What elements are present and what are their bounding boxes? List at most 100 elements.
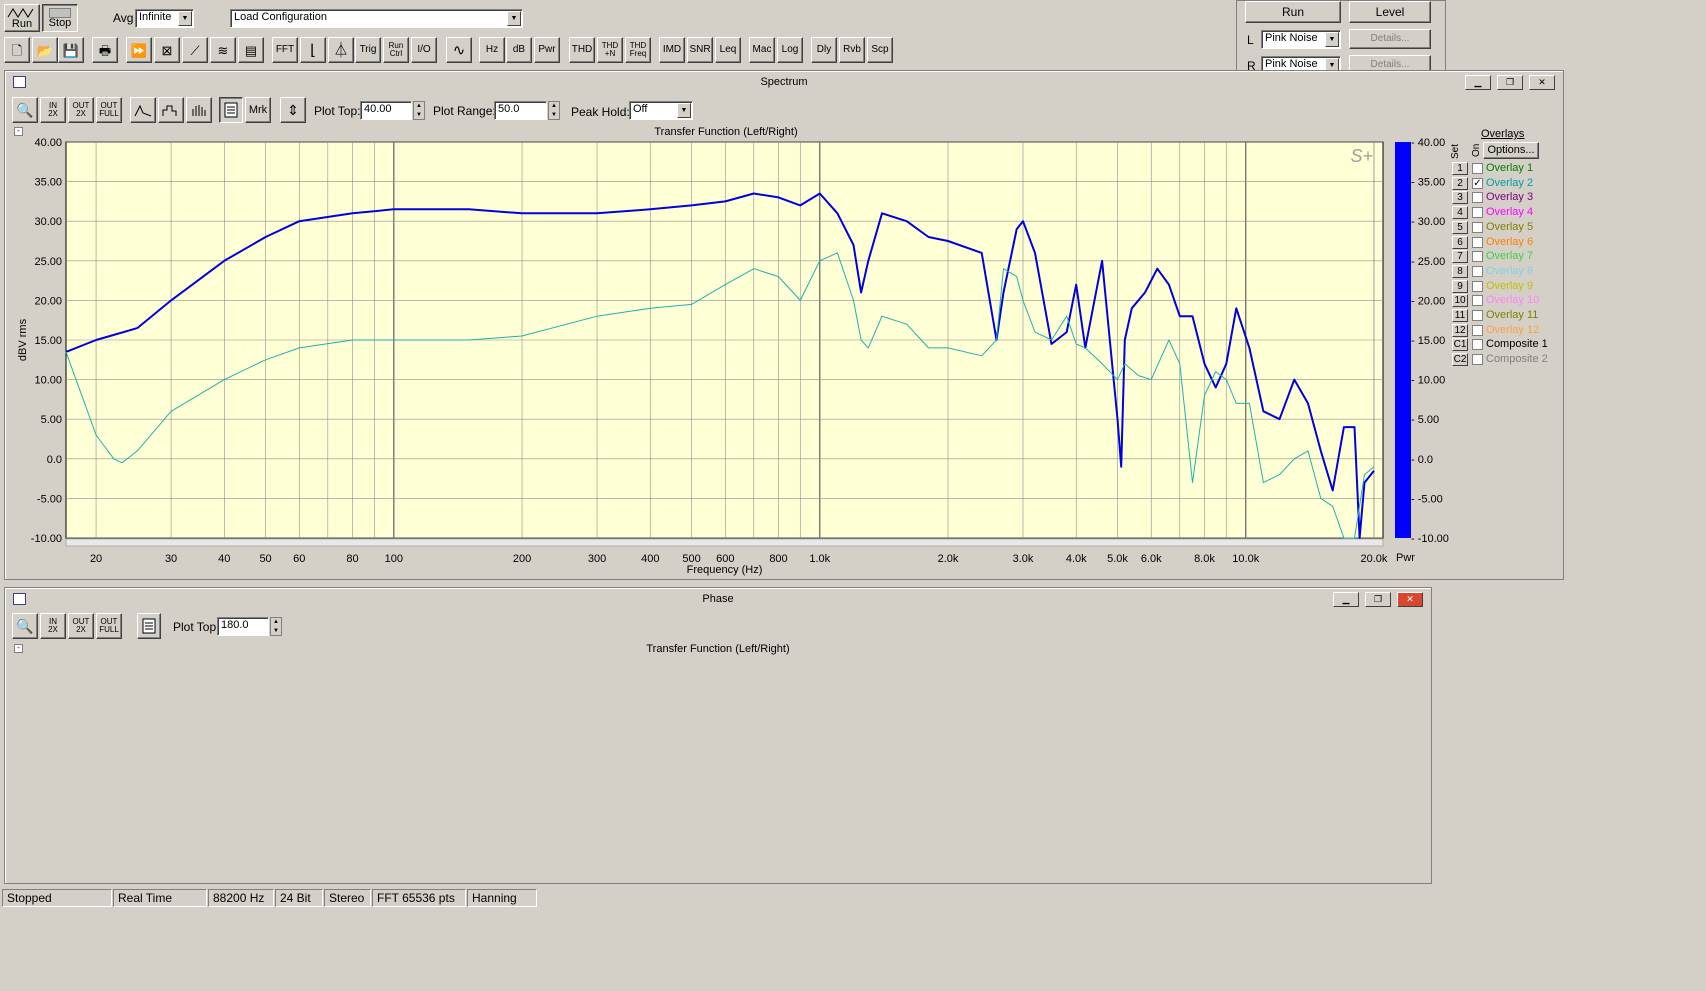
restore-button[interactable]: ❐ <box>1365 592 1391 607</box>
run-button[interactable]: Run <box>4 4 40 32</box>
overlay-checkbox[interactable] <box>1472 280 1483 292</box>
toolbar-hz-button[interactable]: Hz <box>479 37 505 63</box>
phase-plot-top-input[interactable]: 180.0 <box>217 617 269 636</box>
generator-run-button[interactable]: Run <box>1245 1 1341 23</box>
overlay-checkbox[interactable] <box>1472 354 1483 366</box>
avg-value: Infinite <box>139 11 172 23</box>
generator-level-button[interactable]: Level <box>1349 1 1431 23</box>
overlay-checkbox[interactable] <box>1472 295 1483 307</box>
waterfall-button[interactable]: ▤ <box>238 37 264 63</box>
octave-view-button[interactable] <box>186 97 212 123</box>
plot-top-spinner[interactable]: ▲ ▼ <box>413 101 425 120</box>
peak-hold-select[interactable]: Off ▼ <box>629 101 693 120</box>
new-file-button[interactable]: 🗋 <box>4 37 30 63</box>
toolbar-thd-n-button[interactable]: THD +N <box>597 37 623 63</box>
phase-panel-button[interactable] <box>137 613 161 639</box>
toolbar-scp-button[interactable]: Scp <box>867 37 893 63</box>
pwr-axis-label: Pwr <box>1396 552 1415 564</box>
avg-select[interactable]: Infinite ▼ <box>135 9 194 28</box>
ramp-icon: ⟋ <box>190 42 200 58</box>
zoom-out-2x-button[interactable]: OUT 2X <box>68 613 94 639</box>
overlay-checkbox[interactable] <box>1472 192 1483 204</box>
bar-view-button[interactable] <box>158 97 184 123</box>
plot-top-input[interactable]: 40.00 <box>360 101 412 120</box>
spectrum-window: Spectrum ▁ ❐ ✕ <box>4 70 1564 580</box>
zoom-out-2x-button[interactable]: OUT 2X <box>68 97 94 123</box>
overlay-checkbox[interactable] <box>1472 339 1483 351</box>
toolbar-trig-button[interactable]: Trig <box>355 37 381 63</box>
zoom-icon[interactable]: 🔍 <box>12 97 38 123</box>
zoom-in-2x-button[interactable]: IN 2X <box>40 97 66 123</box>
overlay-set-button[interactable]: 4 <box>1452 206 1468 220</box>
overlay-checkbox[interactable] <box>1472 236 1483 248</box>
zoom-in-2x-button[interactable]: IN 2X <box>40 613 66 639</box>
line-view-button[interactable] <box>130 97 156 123</box>
restore-button[interactable]: ❐ <box>1497 75 1523 90</box>
print-button[interactable]: 🖶 <box>92 37 118 63</box>
zoom-out-full-button[interactable]: OUT FULL <box>96 97 122 123</box>
overlay-set-header: Set <box>1450 143 1461 159</box>
stop-button[interactable]: Stop <box>42 4 78 32</box>
toolbar-mac-button[interactable]: Mac <box>749 37 775 63</box>
toolbar-dly-button[interactable]: Dly <box>811 37 837 63</box>
cursor-button[interactable]: ⇕ <box>280 97 306 123</box>
overlay-set-button[interactable]: 11 <box>1452 309 1468 322</box>
overlay-set-button[interactable]: 6 <box>1452 235 1468 249</box>
overlay-checkbox[interactable] <box>1472 324 1483 336</box>
generator-button[interactable]: ∿ <box>446 37 472 63</box>
overlay-checkbox[interactable] <box>1472 163 1483 174</box>
overlay-checkbox[interactable]: ✓ <box>1472 177 1483 189</box>
toolbar-thd-button[interactable]: THD <box>569 37 595 63</box>
ffwd-button[interactable]: ⏩ <box>126 37 152 63</box>
overlay-set-button[interactable]: 1 <box>1452 162 1468 175</box>
toolbar-i-o-button[interactable]: I/O <box>411 37 437 63</box>
toolbar-leq-button[interactable]: Leq <box>715 37 741 63</box>
open-folder-button[interactable]: 📂 <box>32 37 58 63</box>
toolbar-thd-freq-button[interactable]: THD Freq <box>625 37 651 63</box>
plot-range-label: Plot Range: <box>433 104 496 118</box>
left-signal-select[interactable]: Pink Noise ▼ <box>1261 30 1341 49</box>
overlay-set-button[interactable]: 8 <box>1452 264 1468 278</box>
overlay-set-button[interactable]: 9 <box>1452 279 1468 293</box>
overlay-set-button[interactable]: 12 <box>1452 323 1468 337</box>
close-button[interactable]: ✕ <box>1529 75 1555 90</box>
overlay-set-button[interactable]: 7 <box>1452 250 1468 264</box>
minimize-button[interactable]: ▁ <box>1465 75 1491 90</box>
toolbar-rvb-button[interactable]: Rvb <box>839 37 865 63</box>
overlay-options-button[interactable]: Options... <box>1483 142 1539 159</box>
marker-button[interactable]: Mrk <box>245 97 271 123</box>
overlay-set-button[interactable]: 10 <box>1452 294 1468 308</box>
overlay-checkbox[interactable] <box>1472 221 1483 233</box>
minimize-button[interactable]: ▁ <box>1333 592 1359 607</box>
toolbar-log-button[interactable]: Log <box>777 37 803 63</box>
close-button[interactable]: ✕ <box>1397 592 1423 607</box>
ramp-button[interactable]: ⟋ <box>182 37 208 63</box>
overlay-set-button[interactable]: 5 <box>1452 220 1468 234</box>
config-select[interactable]: Load Configuration ▼ <box>230 9 523 28</box>
zoom-out-full-button[interactable]: OUT FULL <box>96 613 122 639</box>
toolbar-pwr-button[interactable]: Pwr <box>534 37 560 63</box>
toolbar-fft-button[interactable]: FFT <box>272 37 298 63</box>
overlay-checkbox[interactable] <box>1472 310 1483 321</box>
scope-view-button[interactable]: ⏃ <box>328 37 354 63</box>
overlay-set-button[interactable]: C1 <box>1452 338 1468 352</box>
toolbar-run-ctrl-button[interactable]: Run Ctrl <box>383 37 409 63</box>
overlay-checkbox[interactable] <box>1472 207 1483 219</box>
overlay-set-button[interactable]: C2 <box>1452 353 1468 367</box>
plot-range-spinner[interactable]: ▲ ▼ <box>548 101 560 120</box>
overlay-checkbox[interactable] <box>1472 251 1483 263</box>
spectrogram-button[interactable]: ≋ <box>210 37 236 63</box>
zoom-icon[interactable]: 🔍 <box>12 613 38 639</box>
phase-plot-top-spinner[interactable]: ▲ ▼ <box>270 617 282 636</box>
toolbar-db-button[interactable]: dB <box>506 37 532 63</box>
overlay-set-button[interactable]: 2 <box>1452 176 1468 190</box>
plot-range-input[interactable]: 50.0 <box>494 101 547 120</box>
toolbar-snr-button[interactable]: SNR <box>687 37 713 63</box>
overlay-set-button[interactable]: 3 <box>1452 191 1468 205</box>
toolbar-imd-button[interactable]: IMD <box>659 37 685 63</box>
overlay-panel-button[interactable] <box>219 97 243 123</box>
spectrum-view-button[interactable]: ⌊ <box>300 37 326 63</box>
zoom-range-button[interactable]: ⊠ <box>154 37 180 63</box>
overlay-checkbox[interactable] <box>1472 265 1483 277</box>
save-button[interactable]: 💾 <box>58 37 84 63</box>
